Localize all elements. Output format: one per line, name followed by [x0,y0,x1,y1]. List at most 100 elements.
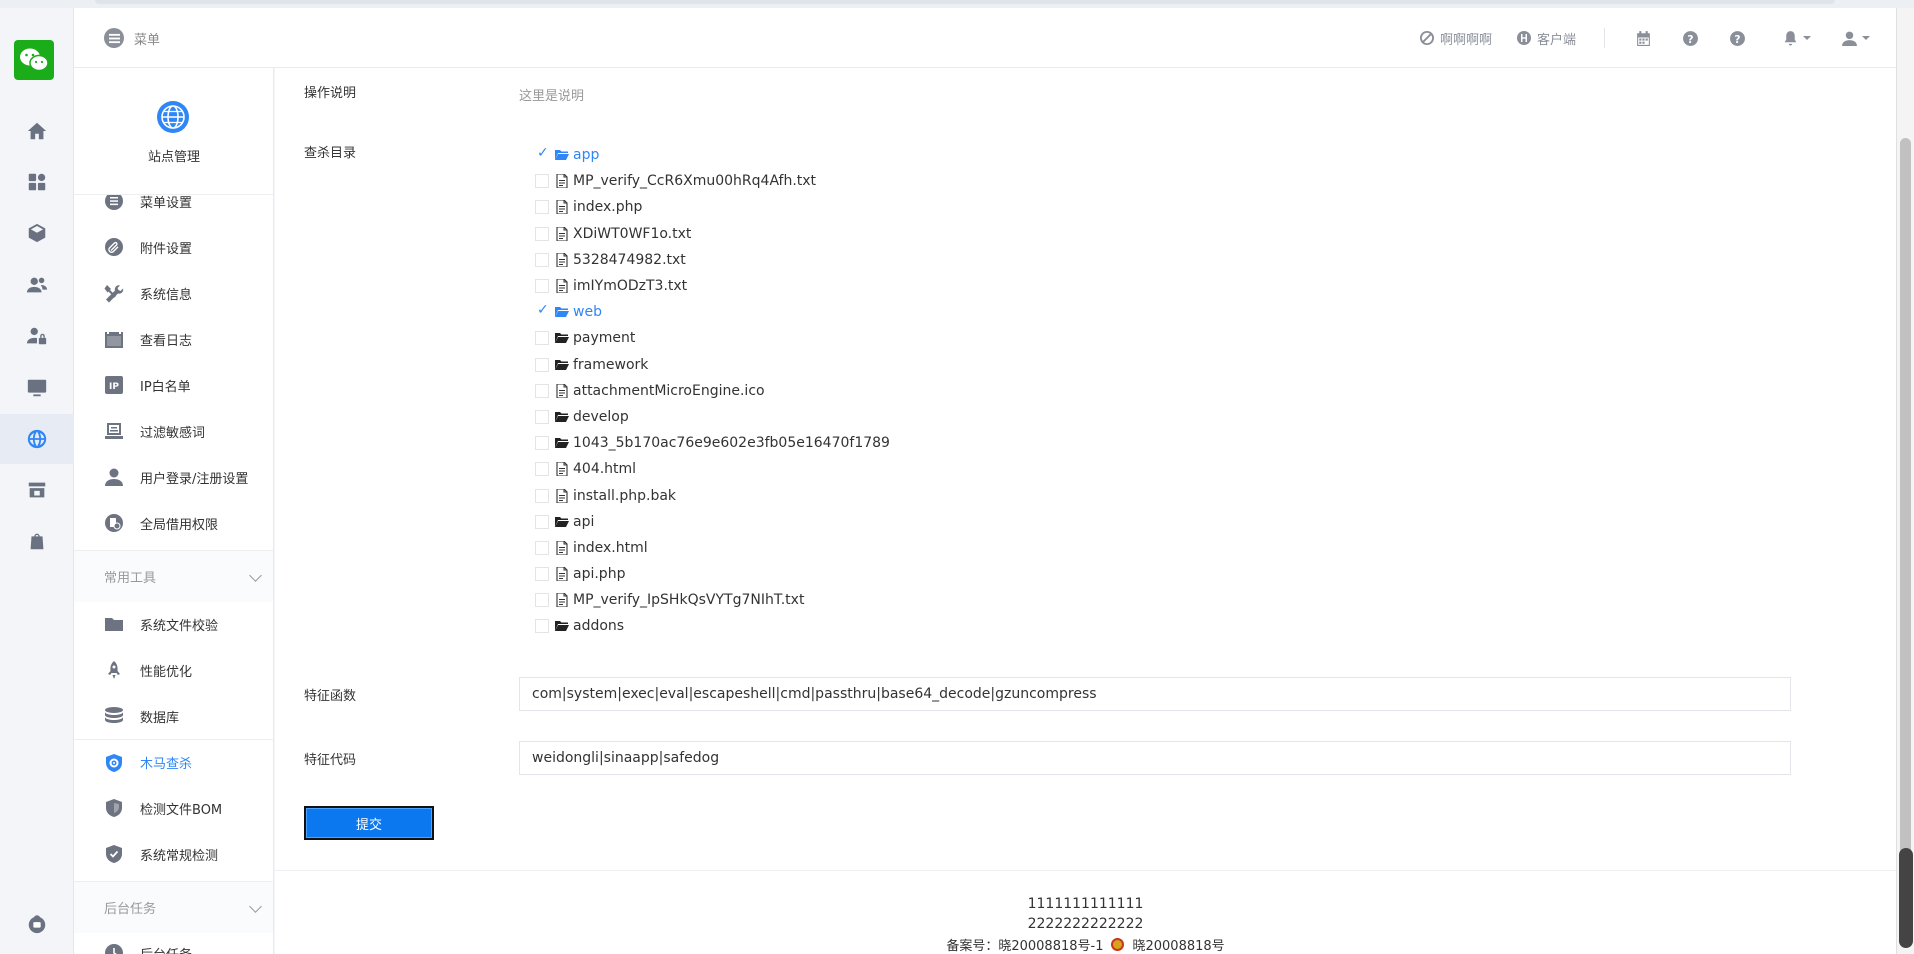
submit-button[interactable]: 提交 [304,806,434,840]
tree-checkbox[interactable] [535,226,549,241]
main-content: 操作说明 这里是说明 查杀目录 app MP_verify_CcR6Xmu00hR… [275,68,1896,870]
bell-icon[interactable] [1782,30,1811,47]
tree-file[interactable]: MP_verify_CcR6Xmu00hRq4Afh.txt [535,168,890,194]
sidebar-item-attachment-settings[interactable]: 附件设置 [74,224,273,270]
user-avatar-icon[interactable] [1841,30,1870,47]
help-icon-2[interactable]: ? [1729,30,1746,47]
sidebar-group-tasks[interactable]: 后台任务 [74,881,273,933]
tree-file[interactable]: imIYmODzT3.txt [535,273,890,299]
sidebar-item-database[interactable]: 数据库 [74,693,273,739]
tree-node-label: addons [573,618,625,635]
globe-icon[interactable] [0,414,74,464]
police-record[interactable]: 晓20008818号 [1132,935,1224,954]
tree-file[interactable]: index.html [535,535,890,561]
sidebar-item-ip-whitelist[interactable]: IP IP白名单 [74,362,273,408]
apps-icon[interactable] [0,157,74,207]
tree-file[interactable]: install.php.bak [535,482,890,508]
file-icon [556,540,568,555]
calendar-icon[interactable] [1635,30,1652,47]
tree-folder[interactable]: addons [535,613,890,639]
tree-file[interactable]: attachmentMicroEngine.ico [535,378,890,404]
icp-record[interactable]: 备案号：晓20008818号-1 [946,935,1103,954]
tree-file[interactable]: 5328474982.txt [535,247,890,273]
tree-checkbox[interactable] [535,540,549,555]
sidebar-item-global-permission[interactable]: 全局借用权限 [74,500,273,546]
tree-node-label: MP_verify_CcR6Xmu00hRq4Afh.txt [573,173,817,190]
tree-file[interactable]: XDiWT0WF1o.txt [535,221,890,247]
tree-file[interactable]: index.php [535,194,890,220]
users-icon[interactable] [0,260,74,310]
tree-checkbox[interactable] [535,252,549,267]
tree-file[interactable]: api.php [535,561,890,587]
tree-folder[interactable]: payment [535,325,890,351]
lock-icon[interactable] [0,898,74,948]
sidebar-item-user-login[interactable]: 用户登录/注册设置 [74,454,273,500]
tree-node-label: web [573,304,602,321]
tree-checkbox[interactable] [535,462,549,477]
shield-icon [106,799,122,817]
tree-folder[interactable]: framework [535,352,890,378]
tree-checkbox[interactable] [535,436,549,451]
file-icon [556,226,568,241]
tree-folder[interactable]: api [535,509,890,535]
tree-node-label: imIYmODzT3.txt [573,278,688,295]
feature-code-input[interactable]: weidongli|sinaapp|safedog [519,741,1791,775]
tree-checkbox[interactable] [535,357,549,372]
tree-checkbox[interactable] [535,331,549,346]
tree-node-label: 1043_5b170ac76e9e602e3fb05e16470f1789 [573,435,890,452]
tree-checkbox[interactable] [535,593,549,608]
monitor-icon[interactable] [0,363,74,413]
header-link-1[interactable]: 啊啊啊啊 [1419,29,1492,48]
tree-checkbox[interactable] [535,488,549,503]
file-icon [556,174,568,189]
tree-folder[interactable]: develop [535,404,890,430]
sidebar-item-trojan-scan[interactable]: 木马查杀 [74,739,273,785]
tree-checkbox[interactable] [535,302,549,320]
tree-checkbox[interactable] [535,174,549,189]
sidebar-item-file-check[interactable]: 系统文件校验 [74,601,273,647]
tree-folder[interactable]: web [535,299,890,325]
sidebar-item-view-logs[interactable]: 查看日志 [74,316,273,362]
tree-folder[interactable]: app [535,142,890,168]
header-link-client[interactable]: 客户端 [1516,29,1576,48]
header-actions: 啊啊啊啊 客户端 ? ? [1395,26,1870,50]
home-icon[interactable] [0,106,74,156]
sidebar-item-filter-words[interactable]: 过滤敏感词 [74,408,273,454]
chevron-down-icon [249,900,262,913]
wechat-logo-icon[interactable] [14,40,54,80]
vertical-scrollbar[interactable] [1896,8,1914,954]
tree-node-label: payment [573,330,636,347]
tree-checkbox[interactable] [535,409,549,424]
folder-icon [105,618,123,631]
tree-checkbox[interactable] [535,383,549,398]
ip-icon: IP [105,376,123,394]
sidebar-item-background-task[interactable]: 后台任务 [74,930,273,954]
feature-functions-input[interactable]: com|system|exec|eval|escapeshell|cmd|pas… [519,677,1791,711]
file-icon [556,252,568,267]
tree-checkbox[interactable] [535,619,549,634]
scrollbar-thumb[interactable] [1900,138,1911,948]
tree-file[interactable]: 404.html [535,456,890,482]
sidebar-item-system-info[interactable]: 系统信息 [74,270,273,316]
ban-icon [1419,31,1434,45]
file-icon [556,200,568,215]
sidebar-item-bom-check[interactable]: 检测文件BOM [74,785,273,831]
tree-checkbox[interactable] [535,514,549,529]
shopping-bag-icon[interactable] [0,516,74,566]
sidebar-item-system-check[interactable]: 系统常规检测 [74,831,273,877]
tree-checkbox[interactable] [535,279,549,294]
tree-checkbox[interactable] [535,145,549,163]
paperclip-icon [105,238,123,256]
tree-checkbox[interactable] [535,200,549,215]
sidebar-group-tools[interactable]: 常用工具 [74,550,273,602]
tree-folder[interactable]: 1043_5b170ac76e9e602e3fb05e16470f1789 [535,430,890,456]
box-icon[interactable] [0,208,74,258]
help-icon[interactable]: ? [1682,30,1699,47]
tree-checkbox[interactable] [535,567,549,582]
menu-button[interactable]: 菜单 [104,28,160,48]
footer-line-2: 2222222222222 [1027,916,1144,932]
user-lock-icon[interactable] [0,311,74,361]
store-icon[interactable] [0,465,74,515]
sidebar-item-performance[interactable]: 性能优化 [74,647,273,693]
tree-file[interactable]: MP_verify_IpSHkQsVYTg7NIhT.txt [535,587,890,613]
